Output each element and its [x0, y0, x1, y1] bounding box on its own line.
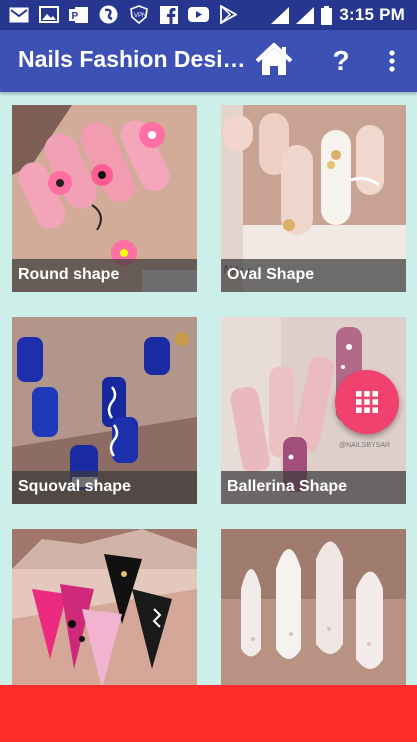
card-label: Round shape	[18, 266, 120, 283]
ad-banner[interactable]	[0, 685, 417, 742]
shield-icon: VPN	[128, 5, 149, 24]
battery-icon	[321, 5, 333, 25]
category-card-squoval[interactable]: Squoval shape	[12, 317, 197, 504]
category-card-round[interactable]: Round shape	[12, 105, 197, 292]
home-button[interactable]	[254, 40, 294, 80]
app-title: Nails Fashion Desi…	[18, 46, 243, 72]
card-caption: Ballerina Shape	[221, 471, 406, 504]
svg-text:VPN: VPN	[134, 13, 146, 19]
grid-icon	[356, 391, 378, 413]
card-caption: Squoval shape	[12, 471, 197, 504]
card-caption: Oval Shape	[221, 259, 406, 292]
grid-view-fab[interactable]	[335, 370, 399, 434]
clock: 3:15 PM	[339, 5, 405, 24]
card-label: Oval Shape	[227, 266, 315, 283]
card-label: Squoval shape	[18, 478, 131, 495]
play-store-icon	[218, 5, 239, 24]
svg-text:@NAILSBYSAR: @NAILSBYSAR	[339, 442, 390, 449]
more-vert-icon	[389, 50, 395, 72]
card-caption: Round shape	[12, 259, 197, 292]
image-icon	[38, 5, 59, 24]
card-label: Ballerina Shape	[227, 478, 348, 495]
more-options-button[interactable]	[383, 44, 401, 78]
notification-icons: P VPN	[8, 5, 239, 24]
home-icon	[255, 43, 293, 75]
facebook-icon	[158, 5, 179, 24]
signal-icon	[296, 6, 315, 24]
help-button[interactable]: ?	[327, 42, 355, 80]
publisher-icon: P	[68, 5, 89, 24]
app-bar: Nails Fashion Desi… ?	[0, 30, 417, 92]
status-bar: P VPN 3:15 PM	[0, 0, 417, 30]
youtube-icon	[188, 5, 209, 24]
category-card-oval[interactable]: NALI Oval Shape	[221, 105, 406, 292]
svg-text:P: P	[71, 11, 78, 22]
gmail-icon	[8, 5, 29, 24]
signal-icon	[271, 6, 290, 24]
browser-icon	[98, 5, 119, 24]
system-status: 3:15 PM	[271, 5, 405, 25]
